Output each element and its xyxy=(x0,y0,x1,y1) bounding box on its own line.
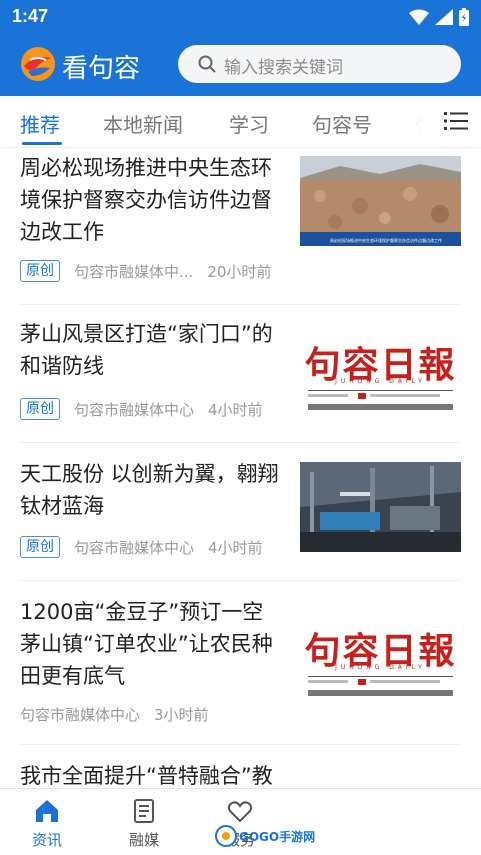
news-source: 句容市融媒体中心 xyxy=(74,400,195,419)
status-bar: 1:47 xyxy=(0,0,481,34)
original-badge: 原创 xyxy=(20,260,60,282)
divider xyxy=(20,744,461,745)
newspaper-thumbnail: 句容日報 JURONG DAILY xyxy=(300,326,461,416)
news-source: 句容市融媒体中... xyxy=(74,262,194,281)
nav-media[interactable]: 融媒 xyxy=(109,797,179,850)
search-input[interactable]: 输入搜索关键词 xyxy=(178,45,461,83)
news-source: 句容市融媒体中心 xyxy=(74,538,195,557)
news-title: 天工股份 以创新为翼，翱翔钛材蓝海 xyxy=(20,462,279,518)
news-time: 3小时前 xyxy=(154,706,209,724)
news-item[interactable]: 茅山风景区打造“家门口”的和谐防线 原创 句容市融媒体中心 4小时前 句容日報 … xyxy=(20,318,461,438)
nav-label: 资讯 xyxy=(31,831,62,849)
original-badge: 原创 xyxy=(20,398,60,420)
news-feed: 周必松现场推进中央生态环境保护督察交办信访件边督边改工作 原创 句容市融媒体中.… xyxy=(0,148,481,788)
app-logo-icon xyxy=(21,47,55,81)
news-thumbnail: 周必松现场推进中央生态环境保护督察交办信访件边督边改工作 xyxy=(300,156,461,246)
news-meta: 原创 句容市融媒体中... 20小时前 xyxy=(20,260,271,282)
news-title: 茅山风景区打造“家门口”的和谐防线 xyxy=(20,322,273,378)
paper-dateline xyxy=(308,679,440,685)
nav-news[interactable]: 资讯 xyxy=(12,797,82,850)
tab-recommend[interactable]: 推荐 xyxy=(20,109,60,138)
landscape-photo: 周必松现场推进中央生态环境保护督察交办信访件边督边改工作 xyxy=(300,156,461,246)
app-header: 看句容 输入搜索关键词 xyxy=(0,34,481,96)
thumb-caption: 周必松现场推进中央生态环境保护督察交办信访件边督边改工作 xyxy=(330,237,442,243)
news-time: 20小时前 xyxy=(207,262,272,281)
search-icon xyxy=(198,55,216,73)
paper-rule xyxy=(308,404,453,410)
paper-rule xyxy=(308,690,453,696)
divider xyxy=(20,304,461,305)
tab-study[interactable]: 学习 xyxy=(229,109,269,138)
news-item[interactable]: 我市全面提升“普特融合”教 xyxy=(20,760,461,788)
wifi-icon xyxy=(409,9,429,25)
news-title: 我市全面提升“普特融合”教 xyxy=(20,764,273,788)
factory-photo xyxy=(300,462,461,552)
paper-dateline xyxy=(308,393,440,399)
news-source: 句容市融媒体中心 xyxy=(20,706,141,724)
paper-rule xyxy=(308,390,453,391)
news-title: 周必松现场推进中央生态环境保护督察交办信访件边督边改工作 xyxy=(20,156,272,244)
news-meta: 句容市融媒体中心 3小时前 xyxy=(20,704,209,725)
active-tab-indicator xyxy=(22,142,62,145)
nav-label: 融媒 xyxy=(128,831,159,849)
news-item[interactable]: 周必松现场推进中央生态环境保护督察交办信访件边督边改工作 原创 句容市融媒体中.… xyxy=(20,152,461,302)
news-meta: 原创 句容市融媒体中心 4小时前 xyxy=(20,398,263,420)
tab-local-news[interactable]: 本地新闻 xyxy=(103,109,183,138)
home-icon xyxy=(36,800,58,822)
divider xyxy=(20,580,461,581)
app-title: 看句容 xyxy=(62,54,141,84)
paper-subtitle: JURONG DAILY xyxy=(335,378,426,385)
tab-jurong-account[interactable]: 句容号 xyxy=(312,109,372,138)
paper-rule xyxy=(308,676,453,677)
tab-fade xyxy=(380,96,440,146)
news-time: 4小时前 xyxy=(208,400,263,419)
news-title: 1200亩“金豆子”预订一空 茅山镇“订单农业”让农民种田更有底气 xyxy=(20,600,273,688)
search-placeholder: 输入搜索关键词 xyxy=(224,58,343,78)
news-time: 4小时前 xyxy=(208,538,263,557)
watermark-text: GOGO手游网 xyxy=(239,829,315,844)
battery-icon xyxy=(459,8,469,26)
paper-subtitle: JURONG DAILY xyxy=(335,664,426,671)
signal-icon xyxy=(435,9,453,25)
newspaper-thumbnail: 句容日報 JURONG DAILY xyxy=(300,612,461,702)
divider xyxy=(20,442,461,443)
original-badge: 原创 xyxy=(20,536,60,558)
watermark-logo: GOGO手游网 xyxy=(215,825,315,847)
heart-hands-icon xyxy=(227,801,253,823)
news-meta: 原创 句容市融媒体中心 4小时前 xyxy=(20,536,263,558)
document-icon xyxy=(134,799,154,823)
news-thumbnail xyxy=(300,462,461,552)
channel-menu-icon[interactable] xyxy=(444,110,468,132)
status-icons xyxy=(409,8,469,26)
category-tabs: 推荐 本地新闻 学习 句容号 句 xyxy=(0,96,481,148)
news-item[interactable]: 1200亩“金豆子”预订一空 茅山镇“订单农业”让农民种田更有底气 句容市融媒体… xyxy=(20,596,461,746)
status-time: 1:47 xyxy=(12,6,49,26)
news-item[interactable]: 天工股份 以创新为翼，翱翔钛材蓝海 原创 句容市融媒体中心 4小时前 xyxy=(20,458,461,578)
